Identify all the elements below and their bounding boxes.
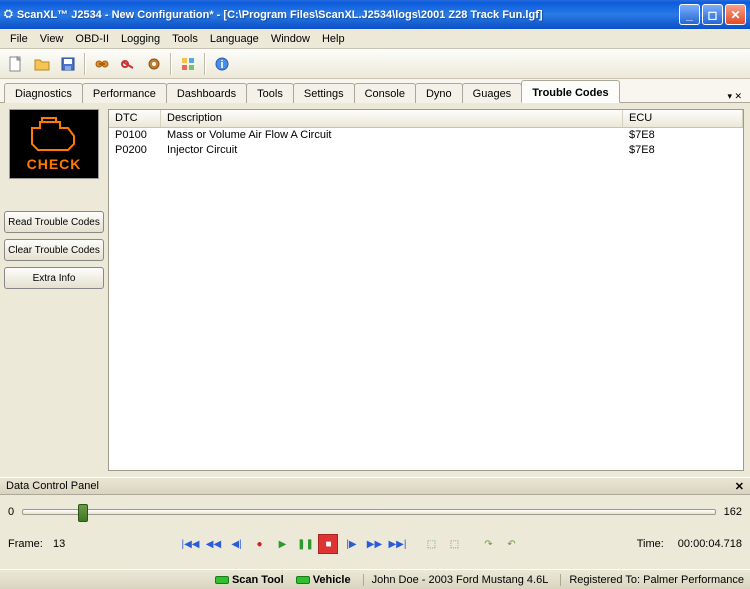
frame-slider[interactable] (22, 509, 716, 515)
record-icon[interactable]: ● (249, 534, 269, 554)
play-icon[interactable]: ▶ (272, 534, 292, 554)
slider-min: 0 (8, 506, 14, 518)
data-control-panel: 0 162 Frame: 13 |◀◀ ◀◀ ◀| ● ▶ ❚❚ ■ |▶ ▶▶… (0, 495, 750, 569)
cell-ecu: $7E8 (623, 143, 743, 158)
cell-desc: Injector Circuit (161, 143, 623, 158)
tab-trouble-codes[interactable]: Trouble Codes (521, 80, 619, 103)
window-title: ScanXL™ J2534 - New Configuration* - [C:… (13, 9, 677, 21)
titlebar: ⛭ ScanXL™ J2534 - New Configuration* - [… (0, 0, 750, 29)
marker-b-icon[interactable]: ⬚ (444, 534, 464, 554)
check-label: CHECK (27, 156, 82, 172)
open-folder-icon[interactable] (30, 52, 54, 76)
toolbar: i (0, 49, 750, 79)
menu-tools[interactable]: Tools (166, 31, 204, 47)
cell-desc: Mass or Volume Air Flow A Circuit (161, 128, 623, 143)
extra-info-button[interactable]: Extra Info (4, 267, 104, 289)
pause-icon[interactable]: ❚❚ (295, 534, 315, 554)
col-dtc[interactable]: DTC (109, 110, 161, 127)
menu-help[interactable]: Help (316, 31, 351, 47)
step-fwd-icon[interactable]: |▶ (341, 534, 361, 554)
menubar: File View OBD-II Logging Tools Language … (0, 29, 750, 49)
table-row[interactable]: P0100Mass or Volume Air Flow A Circuit$7… (109, 128, 743, 143)
skip-start-icon[interactable]: |◀◀ (180, 534, 200, 554)
tab-guages[interactable]: Guages (462, 83, 523, 103)
tab-overflow-icon[interactable]: ▾ ✕ (727, 91, 746, 102)
time-value: 00:00:04.718 (678, 538, 742, 550)
status-registered: Registered To: Palmer Performance (560, 574, 744, 586)
close-button[interactable]: ✕ (725, 4, 746, 25)
dcp-title: Data Control Panel (6, 480, 99, 492)
time-label: Time: (637, 538, 664, 550)
scan-tool-led-icon (215, 576, 229, 584)
frame-label: Frame: (8, 538, 50, 550)
check-engine-icon: CHECK (9, 109, 99, 179)
slider-max: 162 (724, 506, 742, 518)
rewind-icon[interactable]: ◀◀ (203, 534, 223, 554)
tab-dashboards[interactable]: Dashboards (166, 83, 247, 103)
col-description[interactable]: Description (161, 110, 623, 127)
tab-settings[interactable]: Settings (293, 83, 355, 103)
maximize-button[interactable]: ◻ (702, 4, 723, 25)
marker-a-icon[interactable]: ⬚ (421, 534, 441, 554)
menu-view[interactable]: View (34, 31, 70, 47)
menu-file[interactable]: File (4, 31, 34, 47)
dcp-close-icon[interactable]: ✕ (735, 480, 744, 492)
menu-language[interactable]: Language (204, 31, 265, 47)
save-icon[interactable] (56, 52, 80, 76)
sidebar: CHECK Read Trouble Codes Clear Trouble C… (0, 103, 108, 477)
tab-console[interactable]: Console (354, 83, 416, 103)
data-control-panel-header: Data Control Panel ✕ (0, 477, 750, 495)
menu-window[interactable]: Window (265, 31, 316, 47)
table-row[interactable]: P0200Injector Circuit$7E8 (109, 143, 743, 158)
status-vehicle: Vehicle (296, 574, 351, 586)
svg-text:i: i (220, 59, 223, 71)
app-icon: ⛭ (4, 8, 13, 21)
gear-icon[interactable] (142, 52, 166, 76)
export-icon[interactable]: ↷ (478, 534, 498, 554)
export2-icon[interactable]: ↶ (501, 534, 521, 554)
tab-performance[interactable]: Performance (82, 83, 167, 103)
ffwd-icon[interactable]: ▶▶ (364, 534, 384, 554)
vehicle-led-icon (296, 576, 310, 584)
info-icon[interactable]: i (210, 52, 234, 76)
stop-icon[interactable]: ■ (318, 534, 338, 554)
step-back-icon[interactable]: ◀| (226, 534, 246, 554)
tab-diagnostics[interactable]: Diagnostics (4, 83, 83, 103)
slider-thumb[interactable] (78, 504, 88, 522)
status-bar: Scan Tool Vehicle John Doe - 2003 Ford M… (0, 569, 750, 589)
connect-icon[interactable] (90, 52, 114, 76)
col-ecu[interactable]: ECU (623, 110, 743, 127)
frame-value: 13 (53, 538, 65, 550)
new-file-icon[interactable] (4, 52, 28, 76)
menu-logging[interactable]: Logging (115, 31, 166, 47)
main-tabs: Diagnostics Performance Dashboards Tools… (0, 79, 750, 103)
skip-end-icon[interactable]: ▶▶| (387, 534, 407, 554)
tab-tools[interactable]: Tools (246, 83, 294, 103)
cell-dtc: P0200 (109, 143, 161, 158)
menu-obdii[interactable]: OBD-II (69, 31, 115, 47)
status-scan-tool: Scan Tool (215, 574, 284, 586)
minimize-button[interactable]: _ (679, 4, 700, 25)
trouble-codes-table: DTC Description ECU P0100Mass or Volume … (108, 109, 744, 471)
cell-ecu: $7E8 (623, 128, 743, 143)
tab-dyno[interactable]: Dyno (415, 83, 463, 103)
status-user: John Doe - 2003 Ford Mustang 4.6L (363, 574, 549, 586)
cell-dtc: P0100 (109, 128, 161, 143)
disconnect-icon[interactable] (116, 52, 140, 76)
dashboard-icon[interactable] (176, 52, 200, 76)
read-trouble-codes-button[interactable]: Read Trouble Codes (4, 211, 104, 233)
clear-trouble-codes-button[interactable]: Clear Trouble Codes (4, 239, 104, 261)
